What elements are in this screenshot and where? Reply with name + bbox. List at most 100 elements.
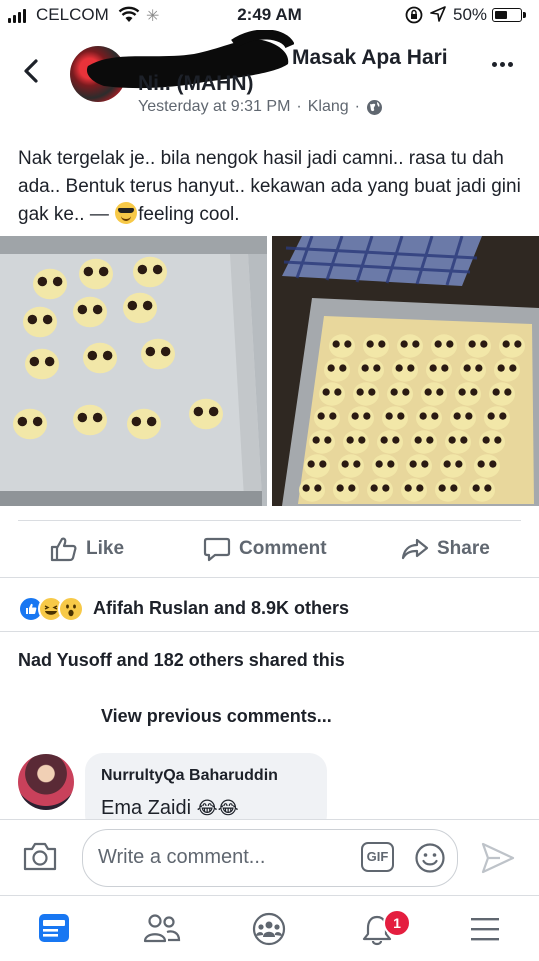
cookie-shape xyxy=(358,358,384,382)
cool-emoji-icon xyxy=(115,202,138,224)
thumbs-up-icon xyxy=(50,537,77,562)
comment-button[interactable]: Comment xyxy=(203,536,327,562)
like-label: Like xyxy=(86,538,125,559)
share-button[interactable]: Share xyxy=(401,536,490,562)
cookie-shape xyxy=(489,382,515,406)
post-location[interactable]: Klang xyxy=(308,98,349,116)
location-arrow-icon xyxy=(430,6,446,22)
cookie-shape xyxy=(79,258,113,290)
cookie-shape xyxy=(474,454,500,478)
cookie-shape xyxy=(397,334,423,358)
post-timestamp[interactable]: Yesterday at 9:31 PM xyxy=(138,98,290,116)
cookie-shape xyxy=(123,292,157,324)
post-meta: Yesterday at 9:31 PM · Klang · xyxy=(138,98,383,116)
cookie-shape xyxy=(363,334,389,358)
comment-input-placeholder[interactable]: Write a comment... xyxy=(98,846,265,869)
cookie-shape xyxy=(343,430,369,454)
shares-summary[interactable]: Nad Yusoff and 182 others shared this xyxy=(18,650,345,671)
cookie-shape xyxy=(353,382,379,406)
comment-label: Comment xyxy=(239,538,327,559)
comment-emoji: 😂😂 xyxy=(196,798,239,818)
cookie-shape xyxy=(33,268,67,300)
reaction-summary[interactable]: Afifah Ruslan and 8.9K others xyxy=(93,598,349,619)
cookie-shape xyxy=(367,478,393,502)
cookie-shape xyxy=(309,430,335,454)
cookie-shape xyxy=(329,334,355,358)
cookie-shape xyxy=(348,406,374,430)
group-name[interactable]: Masak Apa Hari xyxy=(292,46,448,70)
cookie-shape xyxy=(13,408,47,440)
battery-icon xyxy=(492,8,526,22)
commenter-avatar[interactable] xyxy=(18,754,74,810)
more-icon[interactable] xyxy=(492,62,513,67)
cookie-shape xyxy=(406,454,432,478)
cookie-shape xyxy=(304,454,330,478)
cookie-shape xyxy=(431,334,457,358)
cookie-shape xyxy=(465,334,491,358)
cookie-shape xyxy=(455,382,481,406)
share-arrow-icon xyxy=(401,538,429,560)
post-photo-left[interactable] xyxy=(0,236,267,506)
cookie-shape xyxy=(435,478,461,502)
like-button[interactable]: Like xyxy=(50,536,124,562)
cookie-shape xyxy=(25,348,59,380)
news-feed-icon[interactable] xyxy=(37,912,71,944)
cookie-shape xyxy=(484,406,510,430)
meta-separator: · xyxy=(354,98,360,115)
comment-mention[interactable]: Ema Zaidi xyxy=(101,797,191,819)
post-body: Nak tergelak je.. bila nengok hasil jadi… xyxy=(18,145,523,229)
cookie-shape xyxy=(445,430,471,454)
cookie-shape xyxy=(499,334,525,358)
cookie-shape xyxy=(127,408,161,440)
cookie-shape xyxy=(469,478,495,502)
cookie-shape xyxy=(421,382,447,406)
notification-badge[interactable]: 1 xyxy=(383,909,411,937)
cookie-shape xyxy=(494,358,520,382)
cookie-shape xyxy=(450,406,476,430)
globe-icon xyxy=(366,99,382,115)
cookie-shape xyxy=(319,382,345,406)
back-chevron-icon[interactable] xyxy=(22,58,40,92)
bottom-navigation xyxy=(0,895,539,961)
wow-reaction-icon xyxy=(58,596,84,622)
comment-text: Ema Zaidi 😂😂 xyxy=(101,797,239,820)
gif-button[interactable]: GIF xyxy=(361,842,394,872)
friends-icon[interactable] xyxy=(143,912,181,944)
cookie-shape xyxy=(460,358,486,382)
rotation-lock-icon xyxy=(405,6,423,24)
cookie-shape xyxy=(382,406,408,430)
cookie-shape xyxy=(73,404,107,436)
sticker-emoji-icon[interactable] xyxy=(414,842,446,874)
cookie-shape xyxy=(387,382,413,406)
cookie-shape xyxy=(377,430,403,454)
send-icon[interactable] xyxy=(480,841,516,875)
cookie-shape xyxy=(401,478,427,502)
camera-icon[interactable] xyxy=(22,840,58,872)
cookie-shape xyxy=(324,358,350,382)
divider xyxy=(0,577,539,578)
cookie-shape xyxy=(73,296,107,328)
cookie-shape xyxy=(141,338,175,370)
cookie-shape xyxy=(411,430,437,454)
post-photo-right[interactable] xyxy=(272,236,539,506)
reaction-icons[interactable] xyxy=(18,596,84,622)
menu-icon[interactable] xyxy=(469,916,501,942)
comment-author[interactable]: NurrultyQa Baharuddin xyxy=(101,767,278,785)
meta-separator: · xyxy=(296,98,302,115)
cookie-shape xyxy=(299,478,325,502)
comment-bubble-icon xyxy=(203,537,231,562)
group-name-continued[interactable]: Ni.. (MAHN) xyxy=(138,72,253,96)
cookie-shape xyxy=(314,406,340,430)
divider xyxy=(18,520,521,521)
post-text: Nak tergelak je.. bila nengok hasil jadi… xyxy=(18,148,521,225)
cookie-shape xyxy=(426,358,452,382)
cookie-shape xyxy=(392,358,418,382)
battery-percent: 50% xyxy=(453,5,488,24)
groups-icon[interactable] xyxy=(251,912,287,946)
post-feeling: feeling cool. xyxy=(138,204,240,225)
view-previous-comments[interactable]: View previous comments... xyxy=(101,706,332,727)
cookie-shape xyxy=(133,256,167,288)
cookie-shape xyxy=(416,406,442,430)
share-label: Share xyxy=(437,538,490,559)
cookie-shape xyxy=(333,478,359,502)
